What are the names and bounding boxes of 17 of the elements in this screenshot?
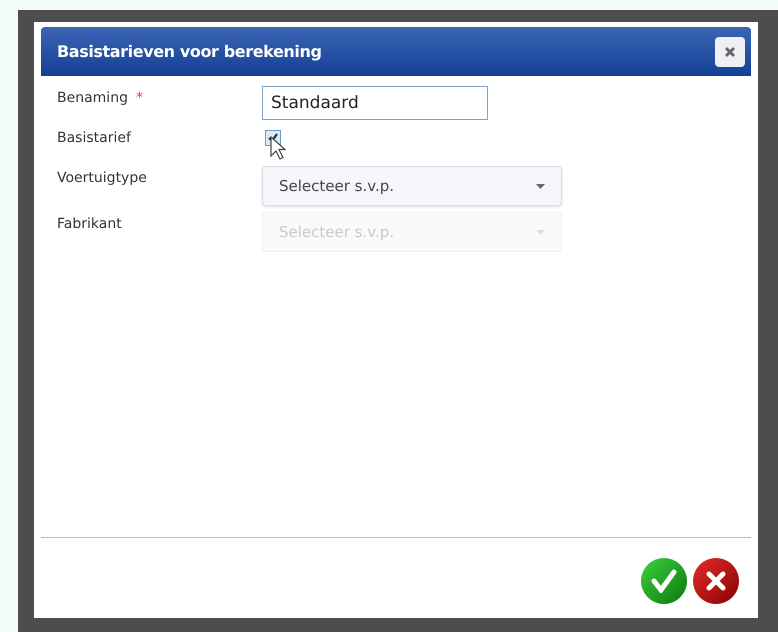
field-label: Voertuigtype bbox=[57, 169, 147, 188]
confirm-button[interactable] bbox=[641, 558, 687, 604]
pointer-icon bbox=[270, 136, 286, 160]
dialog-title: Basistarieven voor berekening bbox=[57, 40, 322, 62]
field-label: Basistarief bbox=[57, 129, 131, 148]
close-button[interactable] bbox=[715, 36, 745, 66]
cancel-button[interactable] bbox=[693, 558, 739, 604]
select-dropdown[interactable]: Selecteer s.v.p. bbox=[262, 166, 562, 206]
close-icon bbox=[705, 570, 727, 592]
check-icon bbox=[651, 569, 677, 593]
caret-icon bbox=[536, 230, 545, 234]
field-label: Fabrikant bbox=[57, 215, 122, 234]
caret-icon bbox=[536, 184, 545, 188]
text-field[interactable]: Standaard bbox=[262, 86, 488, 120]
field-label: Benaming bbox=[57, 89, 128, 108]
required-mark: * bbox=[136, 89, 143, 108]
close-icon bbox=[724, 46, 736, 58]
